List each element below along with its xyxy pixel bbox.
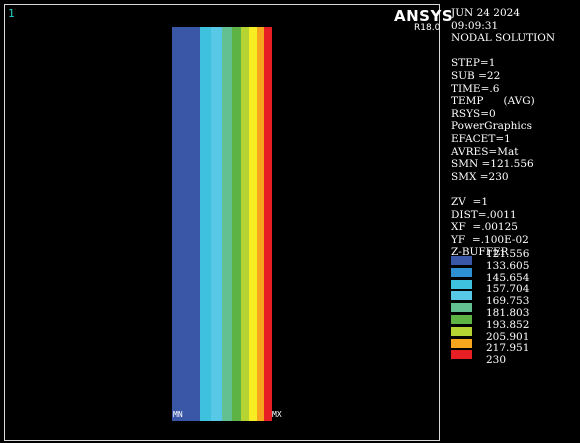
info-line	[451, 45, 555, 58]
contour-band	[231, 27, 241, 421]
info-line: NODAL SOLUTION	[451, 32, 556, 45]
legend-value: 157.704	[486, 283, 530, 296]
legend-value: 193.852	[486, 318, 530, 331]
min-node-label: MN	[173, 410, 183, 419]
legend-value: 181.803	[486, 306, 530, 319]
info-line: SMX =230	[451, 170, 509, 183]
info-line: AVRES=Mat	[451, 145, 519, 158]
legend-value: 217.951	[486, 342, 530, 355]
contour-band	[211, 27, 222, 421]
info-line: DIST=.0011	[451, 208, 517, 221]
legend-value: 121.556	[486, 248, 530, 260]
legend-swatch	[451, 338, 472, 348]
legend-swatch	[451, 279, 472, 289]
contour-band	[256, 27, 265, 421]
info-line: JUN 24 2024	[451, 7, 521, 19]
info-line: PowerGraphics	[451, 120, 532, 133]
legend-value: 205.901	[486, 330, 530, 343]
info-line: XF =.00125	[451, 221, 518, 234]
legend-swatch	[451, 350, 472, 360]
contour-band	[172, 27, 200, 421]
legend-swatch	[451, 256, 472, 265]
info-line: STEP=1	[451, 57, 496, 70]
contour-band	[249, 27, 257, 421]
max-node-label: MX	[272, 410, 282, 419]
info-line: YF =.100E-02	[451, 233, 529, 246]
legend-swatch	[451, 267, 472, 277]
legend-value: 230	[486, 354, 507, 367]
contour-band	[199, 27, 212, 421]
info-line	[451, 183, 555, 196]
info-line: EFACET=1	[451, 132, 511, 145]
legend-value: 169.753	[486, 295, 530, 308]
legend-swatch	[451, 291, 472, 301]
contour-model	[172, 27, 273, 421]
contour-band	[240, 27, 250, 421]
info-line: TEMP (AVG)	[451, 95, 535, 108]
legend-value: 145.654	[486, 271, 530, 284]
solution-info-panel: JUN 24 2024 09:09:31 NODAL SOLUTION STEP=1 S…	[451, 7, 555, 259]
legend-swatch	[451, 326, 472, 336]
info-line: SMN =121.556	[451, 158, 534, 171]
info-line: TIME=.6	[451, 82, 500, 95]
info-line: ZV =1	[451, 195, 489, 208]
contour-band	[264, 27, 273, 421]
window-number: 1	[8, 7, 15, 20]
release-version: R18.0	[414, 23, 441, 33]
contour-band	[221, 27, 232, 421]
info-line: SUB =22	[451, 69, 501, 82]
legend-swatch	[451, 303, 472, 313]
legend-value: 133.605	[486, 259, 530, 272]
info-line: 09:09:31	[451, 19, 499, 32]
legend-swatch	[451, 314, 472, 324]
info-line: RSYS=0	[451, 107, 496, 120]
